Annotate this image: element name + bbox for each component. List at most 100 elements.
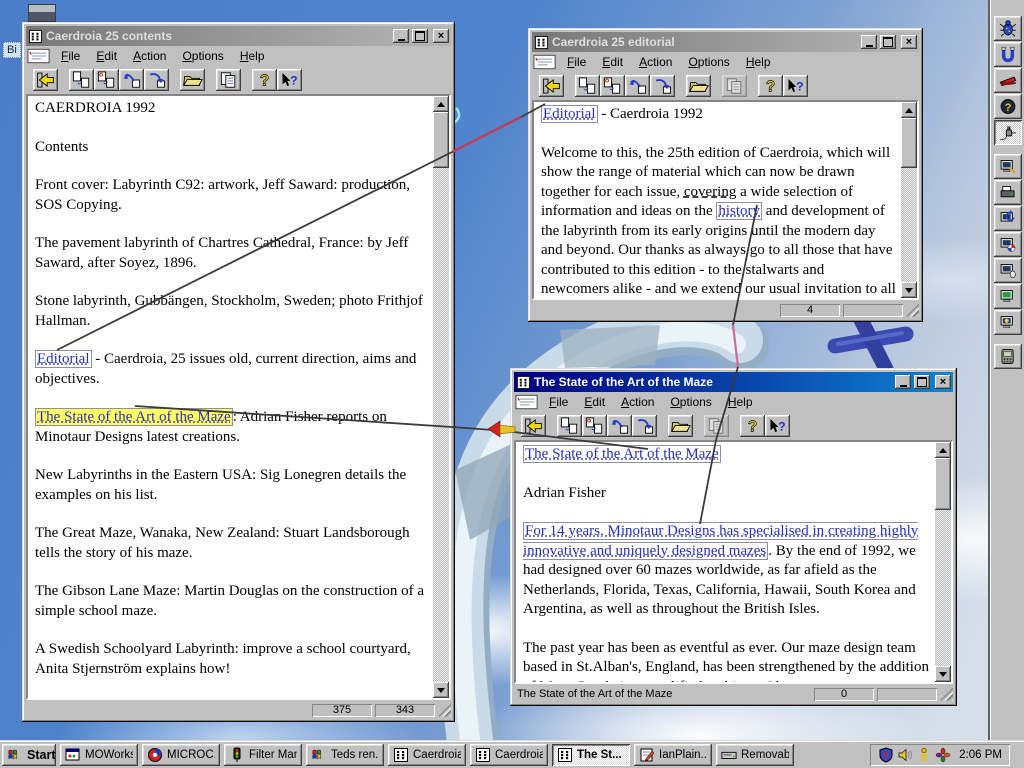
task-button-caerdroia[interactable]: Caerdroia... (470, 743, 548, 766)
resize-grip[interactable] (940, 687, 953, 701)
maximize-button[interactable] (412, 29, 428, 43)
minimize-button[interactable] (393, 29, 409, 43)
scroll-thumb[interactable] (433, 112, 449, 168)
context-help-button[interactable]: ? (783, 75, 808, 97)
scroll-up-icon[interactable] (901, 102, 917, 118)
task-button-the-st[interactable]: The St... (552, 743, 630, 766)
scrollbar[interactable] (433, 96, 449, 698)
pc-disk-icon[interactable] (993, 232, 1022, 257)
exit-button[interactable] (33, 69, 58, 91)
pc-restart-icon[interactable] (993, 206, 1022, 231)
replace-page-button[interactable] (600, 75, 625, 97)
menu-item-file[interactable]: File (54, 47, 87, 65)
organizer-icon[interactable] (993, 344, 1022, 369)
printer-icon[interactable] (993, 180, 1022, 205)
menu-item-action[interactable]: Action (126, 47, 173, 65)
menu-item-help[interactable]: Help (739, 53, 778, 71)
copy-page-button[interactable] (575, 75, 600, 97)
scroll-thumb[interactable] (935, 458, 951, 510)
resize-grip[interactable] (438, 703, 451, 717)
copy-button[interactable] (722, 75, 747, 97)
menu-item-edit[interactable]: Edit (577, 393, 612, 411)
link-follow-button[interactable] (650, 75, 675, 97)
titlebar[interactable]: Caerdroia 25 editorial × (532, 32, 919, 52)
start-button[interactable]: Start (2, 743, 56, 766)
menu-item-action[interactable]: Action (614, 393, 661, 411)
vshield-icon[interactable]: V (878, 746, 894, 763)
desktop-icon[interactable] (28, 4, 56, 22)
resize-grip[interactable] (906, 303, 919, 317)
bug-icon[interactable] (993, 16, 1022, 41)
titlebar[interactable]: The State of the Art of the Maze × (514, 372, 953, 392)
link-back-button[interactable] (625, 75, 650, 97)
scrollbar[interactable] (901, 102, 917, 298)
stapler-icon[interactable] (993, 68, 1022, 93)
scroll-down-icon[interactable] (935, 666, 951, 682)
menu-item-action[interactable]: Action (632, 53, 679, 71)
close-button[interactable]: × (901, 35, 917, 49)
open-button[interactable] (180, 69, 205, 91)
help-badge-icon[interactable]: ? (993, 94, 1022, 119)
task-button-microc[interactable]: MICROC... (142, 743, 220, 766)
menu-item-options[interactable]: Options (175, 47, 230, 65)
exit-button[interactable] (539, 75, 564, 97)
context-help-button[interactable]: ? (765, 415, 790, 437)
task-button-filter-man[interactable]: Filter Man... (224, 743, 302, 766)
menu-item-edit[interactable]: Edit (595, 53, 630, 71)
copy-page-button[interactable] (69, 69, 94, 91)
open-button[interactable] (668, 415, 693, 437)
hyperlink[interactable]: The State of the Art of the Maze (523, 445, 721, 463)
maximize-button[interactable] (914, 375, 930, 389)
agent-icon[interactable] (916, 747, 932, 763)
menu-item-options[interactable]: Options (663, 393, 718, 411)
magnet-icon[interactable] (993, 42, 1022, 67)
close-button[interactable]: × (433, 29, 449, 43)
replace-page-button[interactable] (94, 69, 119, 91)
copy-page-button[interactable] (557, 415, 582, 437)
link-back-button[interactable] (607, 415, 632, 437)
menu-item-help[interactable]: Help (721, 393, 760, 411)
scroll-down-icon[interactable] (901, 282, 917, 298)
hyperlink[interactable]: The State of the Art of the Maze (35, 408, 233, 426)
open-button[interactable] (686, 75, 711, 97)
pc-mouse-icon[interactable] (993, 258, 1022, 283)
task-button-teds-ren[interactable]: Teds ren... (306, 743, 384, 766)
pc-cd-icon[interactable] (993, 284, 1022, 309)
minimize-button[interactable] (895, 375, 911, 389)
scrollbar[interactable] (935, 442, 951, 682)
replace-page-button[interactable] (582, 415, 607, 437)
close-button[interactable]: × (935, 375, 951, 389)
link-back-button[interactable] (119, 69, 144, 91)
menu-item-options[interactable]: Options (681, 53, 736, 71)
help-button[interactable]: ? (252, 69, 277, 91)
context-help-button[interactable]: ? (277, 69, 302, 91)
menu-item-help[interactable]: Help (233, 47, 272, 65)
menu-item-file[interactable]: File (542, 393, 575, 411)
plug-icon[interactable] (993, 120, 1022, 145)
scroll-up-icon[interactable] (433, 96, 449, 112)
titlebar[interactable]: Caerdroia 25 contents × (26, 26, 451, 46)
speaker-icon[interactable] (897, 747, 913, 763)
desktop-icon-label[interactable]: Bi (3, 42, 21, 58)
hyperlink[interactable]: history (716, 202, 763, 220)
scheduler-icon[interactable] (935, 747, 951, 763)
task-button-caerdroia[interactable]: Caerdroia... (388, 743, 466, 766)
help-button[interactable]: ? (758, 75, 783, 97)
menu-item-edit[interactable]: Edit (89, 47, 124, 65)
pc-tools-icon[interactable] (993, 154, 1022, 179)
copy-button[interactable] (216, 69, 241, 91)
link-follow-button[interactable] (632, 415, 657, 437)
hyperlink[interactable]: Editorial (35, 350, 92, 368)
link-follow-button[interactable] (144, 69, 169, 91)
minimize-button[interactable] (861, 35, 877, 49)
task-button-moworks[interactable]: MOWorks (60, 743, 138, 766)
scroll-thumb[interactable] (901, 118, 917, 168)
task-button-ianplain[interactable]: IanPlain.... (634, 743, 712, 766)
maximize-button[interactable] (880, 35, 896, 49)
note-link[interactable]: covering (684, 184, 736, 200)
hyperlink[interactable]: Editorial (541, 105, 598, 123)
copy-button[interactable] (704, 415, 729, 437)
help-button[interactable]: ? (740, 415, 765, 437)
scroll-down-icon[interactable] (433, 682, 449, 698)
menu-item-file[interactable]: File (560, 53, 593, 71)
